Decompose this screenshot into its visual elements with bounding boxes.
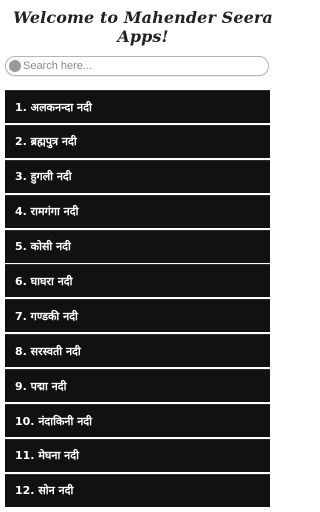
list-item[interactable]: 10. नंदाकिनी नदी — [5, 404, 270, 438]
list-item[interactable]: 2. ब्रह्मपुत्र नदी — [5, 124, 270, 158]
river-list: 1. अलकनन्दा नदी 2. ब्रह्मपुत्र नदी 3. हु… — [5, 90, 270, 509]
search-input[interactable] — [23, 58, 263, 74]
list-item-label: 4. रामगंगा नदी — [15, 205, 79, 219]
list-item[interactable]: 7. गण्डकी नदी — [5, 299, 270, 333]
list-item[interactable]: 3. हुगली नदी — [5, 159, 270, 193]
list-item-label: 1. अलकनन्दा नदी — [15, 100, 92, 114]
search-bar[interactable] — [5, 56, 269, 76]
list-item[interactable]: 12. सोन नदी — [5, 473, 270, 507]
list-item-label: 12. सोन नदी — [15, 484, 74, 498]
search-icon — [9, 60, 21, 72]
list-item[interactable]: 5. कोसी नदी — [5, 229, 270, 263]
list-item-label: 5. कोसी नदी — [15, 240, 71, 254]
list-item[interactable]: 1. अलकनन्दा नदी — [5, 90, 270, 123]
list-item-label: 3. हुगली नदी — [15, 170, 72, 184]
page-title: Welcome to Mahender Seera Apps! — [13, 8, 273, 46]
list-item[interactable]: 9. पद्मा नदी — [5, 369, 270, 403]
list-item[interactable]: 4. रामगंगा नदी — [5, 194, 270, 228]
list-item-label: 8. सरस्वती नदी — [15, 344, 81, 358]
list-item[interactable]: 11. मेघना नदी — [5, 438, 270, 472]
list-item-label: 2. ब्रह्मपुत्र नदी — [15, 135, 77, 149]
list-item-label: 9. पद्मा नदी — [15, 379, 67, 393]
list-item-label: 6. घाघरा नदी — [15, 274, 73, 288]
list-item[interactable]: 8. सरस्वती नदी — [5, 334, 270, 368]
list-item-label: 11. मेघना नदी — [15, 449, 79, 463]
list-item-label: 7. गण्डकी नदी — [15, 309, 78, 323]
list-item-label: 10. नंदाकिनी नदी — [15, 414, 92, 428]
list-item[interactable]: 6. घाघरा नदी — [5, 264, 270, 298]
